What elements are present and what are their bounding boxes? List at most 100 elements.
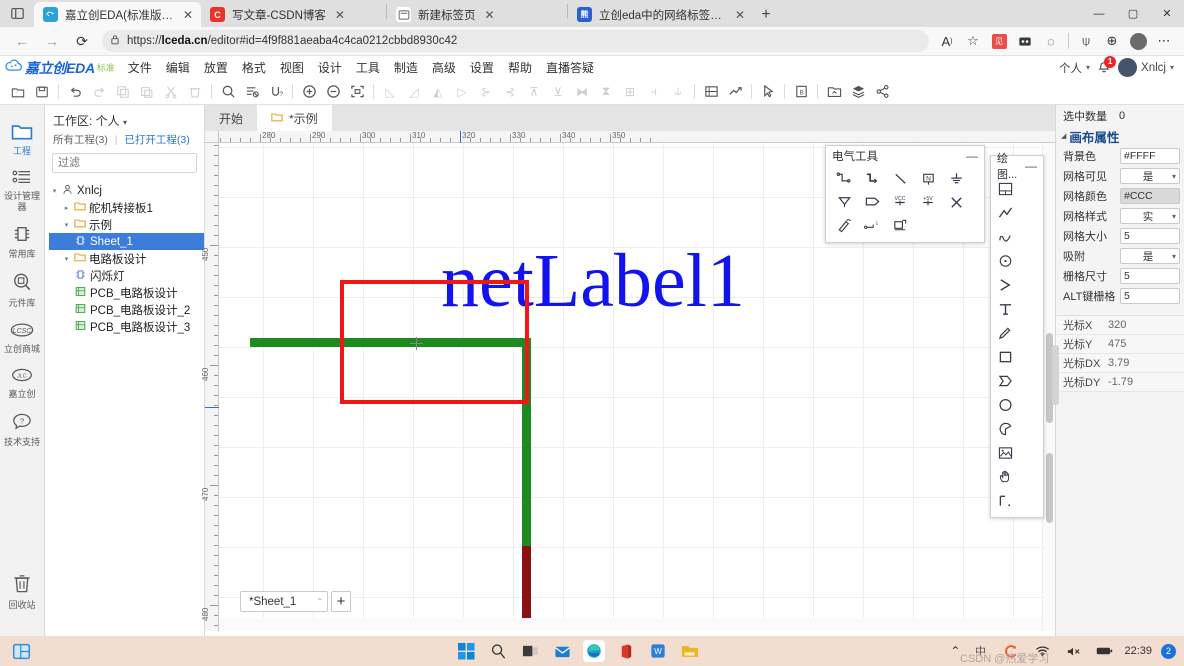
grid-size-input[interactable]: 5 — [1120, 228, 1180, 244]
palette-header[interactable]: 绘图... — — [991, 156, 1043, 175]
menu-item[interactable]: 工具 — [349, 57, 387, 78]
delete-icon[interactable] — [183, 81, 207, 103]
browser-tab[interactable]: 嘉立创EDA(标准版) - 免费、易用 ✕ — [34, 2, 201, 27]
extension-red-icon[interactable]: 见 — [986, 29, 1012, 53]
menu-item[interactable]: 编辑 — [159, 57, 197, 78]
filter-field[interactable] — [52, 153, 197, 173]
chevron-up-icon[interactable]: ⌃ — [306, 597, 323, 606]
widgets-button[interactable] — [0, 642, 42, 661]
menu-item[interactable]: 放置 — [197, 57, 235, 78]
reload-icon[interactable]: ⟳ — [67, 29, 97, 54]
wps-icon[interactable]: W — [647, 640, 669, 662]
hand-icon[interactable] — [993, 465, 1018, 489]
workspace-selector[interactable]: 工作区: 个人 ▾ — [45, 105, 204, 132]
add-favorite-icon[interactable]: ⊕ — [1099, 29, 1125, 53]
polygon-icon[interactable] — [993, 369, 1018, 393]
doc-tab-start[interactable]: 开始 — [205, 105, 257, 131]
minimize-icon[interactable]: — — [1082, 0, 1116, 27]
chevron-up-icon[interactable]: ⌃ — [950, 644, 960, 658]
tree-node-pcb[interactable]: PCB_电路板设计_2 — [49, 301, 204, 318]
read-aloud-icon[interactable]: A) — [934, 29, 960, 53]
mute-icon[interactable] — [1062, 640, 1084, 662]
vcc-flag-icon[interactable] — [830, 191, 858, 214]
rail-item-design-manager[interactable]: 设计管理器 — [0, 162, 45, 218]
distribute-h-icon[interactable]: ⫞ — [642, 81, 666, 103]
plus5v-icon[interactable]: +5V — [914, 191, 942, 214]
canvas-properties-section[interactable]: ◢ 画布属性 — [1056, 126, 1184, 146]
alt-grid-input[interactable]: 5 — [1120, 288, 1180, 304]
bgcolor-input[interactable]: #FFFF — [1120, 148, 1180, 164]
close-icon[interactable]: ✕ — [481, 6, 499, 24]
tree-node-user[interactable]: ▾ Xnlcj — [49, 182, 204, 199]
align-bottom-icon[interactable]: ⊻ — [546, 81, 570, 103]
maximize-icon[interactable]: ▢ — [1116, 0, 1150, 27]
select-tool-icon[interactable] — [756, 81, 780, 103]
menu-item[interactable]: 设置 — [463, 57, 501, 78]
browser-tab[interactable]: 熊 立创eda中的网络标签的作用_百... ✕ — [568, 2, 753, 27]
zoom-in-icon[interactable] — [297, 81, 321, 103]
chevron-down-icon[interactable]: ▾ — [61, 221, 72, 229]
duplicate-icon[interactable] — [135, 81, 159, 103]
pencil-icon[interactable] — [993, 321, 1018, 345]
menu-item[interactable]: 格式 — [235, 57, 273, 78]
arc-icon[interactable] — [993, 225, 1018, 249]
align-left-icon[interactable]: ⊱ — [474, 81, 498, 103]
grid-visible-select[interactable]: 是▾ — [1120, 168, 1180, 184]
all-projects-link[interactable]: 所有工程(3) — [53, 134, 108, 146]
file-explorer-icon[interactable] — [679, 640, 701, 662]
rail-item-common-lib[interactable]: 常用库 — [0, 218, 45, 265]
share-icon[interactable] — [870, 81, 894, 103]
polyline-icon[interactable] — [993, 201, 1018, 225]
menu-item[interactable]: 设计 — [311, 57, 349, 78]
clock[interactable]: 22:39 — [1124, 645, 1152, 657]
tree-node-pcb[interactable]: PCB_电路板设计_3 — [49, 318, 204, 335]
back-icon[interactable]: ← — [7, 29, 37, 54]
vertical-ruler[interactable]: 450460470480 — [205, 143, 219, 631]
brand-logo[interactable]: 嘉立创EDA 标准 — [0, 58, 121, 78]
undo-icon[interactable] — [63, 81, 87, 103]
pin-icon[interactable]: 1 — [858, 214, 886, 237]
redo-icon[interactable] — [87, 81, 111, 103]
align-top-icon[interactable]: ⊼ — [522, 81, 546, 103]
notification-count-badge[interactable]: 2 — [1161, 644, 1176, 659]
add-sheet-button[interactable]: + — [331, 591, 351, 612]
task-view-icon[interactable] — [519, 640, 541, 662]
zoom-out-icon[interactable] — [321, 81, 345, 103]
component-icon[interactable] — [886, 214, 914, 237]
new-file-icon[interactable] — [6, 81, 30, 103]
close-window-icon[interactable]: ✕ — [1150, 0, 1184, 27]
address-bar[interactable]: https://lceda.cn/editor#id=4f9f881aeaba4… — [102, 30, 929, 52]
save-icon[interactable] — [30, 81, 54, 103]
browser-tab[interactable]: 新建标签页 ✕ — [387, 2, 567, 27]
import-image-icon[interactable] — [822, 81, 846, 103]
menu-item[interactable]: 制造 — [387, 57, 425, 78]
grid-style-select[interactable]: 实▾ — [1120, 208, 1180, 224]
close-icon[interactable]: ✕ — [179, 6, 197, 24]
netport-icon[interactable] — [858, 191, 886, 214]
minimize-icon[interactable]: — — [1025, 160, 1037, 172]
rail-item-projects[interactable]: 工程 — [0, 115, 45, 162]
menu-item[interactable]: 高级 — [425, 57, 463, 78]
avatar[interactable] — [1118, 58, 1137, 77]
electrical-tools-palette[interactable]: 电气工具 — N VCC +5V 1 — [825, 145, 985, 243]
arrow-icon[interactable] — [993, 273, 1018, 297]
rail-item-support[interactable]: ? 技术支持 — [0, 405, 45, 453]
horizontal-ruler[interactable]: 280290300310320330340350 — [219, 131, 1055, 143]
cut-icon[interactable] — [159, 81, 183, 103]
dfm-icon[interactable] — [723, 81, 747, 103]
office-icon[interactable] — [615, 640, 637, 662]
flip-icon[interactable]: ▷ — [450, 81, 474, 103]
rail-item-component-lib[interactable]: 元件库 — [0, 265, 45, 314]
panelize-icon[interactable] — [699, 81, 723, 103]
rail-item-recycle-bin[interactable]: 回收站 — [0, 566, 45, 636]
distribute-v-icon[interactable]: ⫝ — [666, 81, 690, 103]
drawing-tools-palette[interactable]: 绘图... — — [990, 155, 1044, 518]
align-center-v-icon[interactable]: ⧗ — [594, 81, 618, 103]
distribute-grid-icon[interactable]: ⊞ — [618, 81, 642, 103]
split-screen-icon[interactable] — [1012, 29, 1038, 53]
chevron-down-icon[interactable]: ▾ — [61, 255, 72, 263]
canvas-horizontal-scrollbar[interactable] — [219, 618, 1042, 631]
measure-icon[interactable]: ? — [264, 81, 288, 103]
battery-icon[interactable] — [1093, 640, 1115, 662]
mail-icon[interactable] — [551, 640, 573, 662]
